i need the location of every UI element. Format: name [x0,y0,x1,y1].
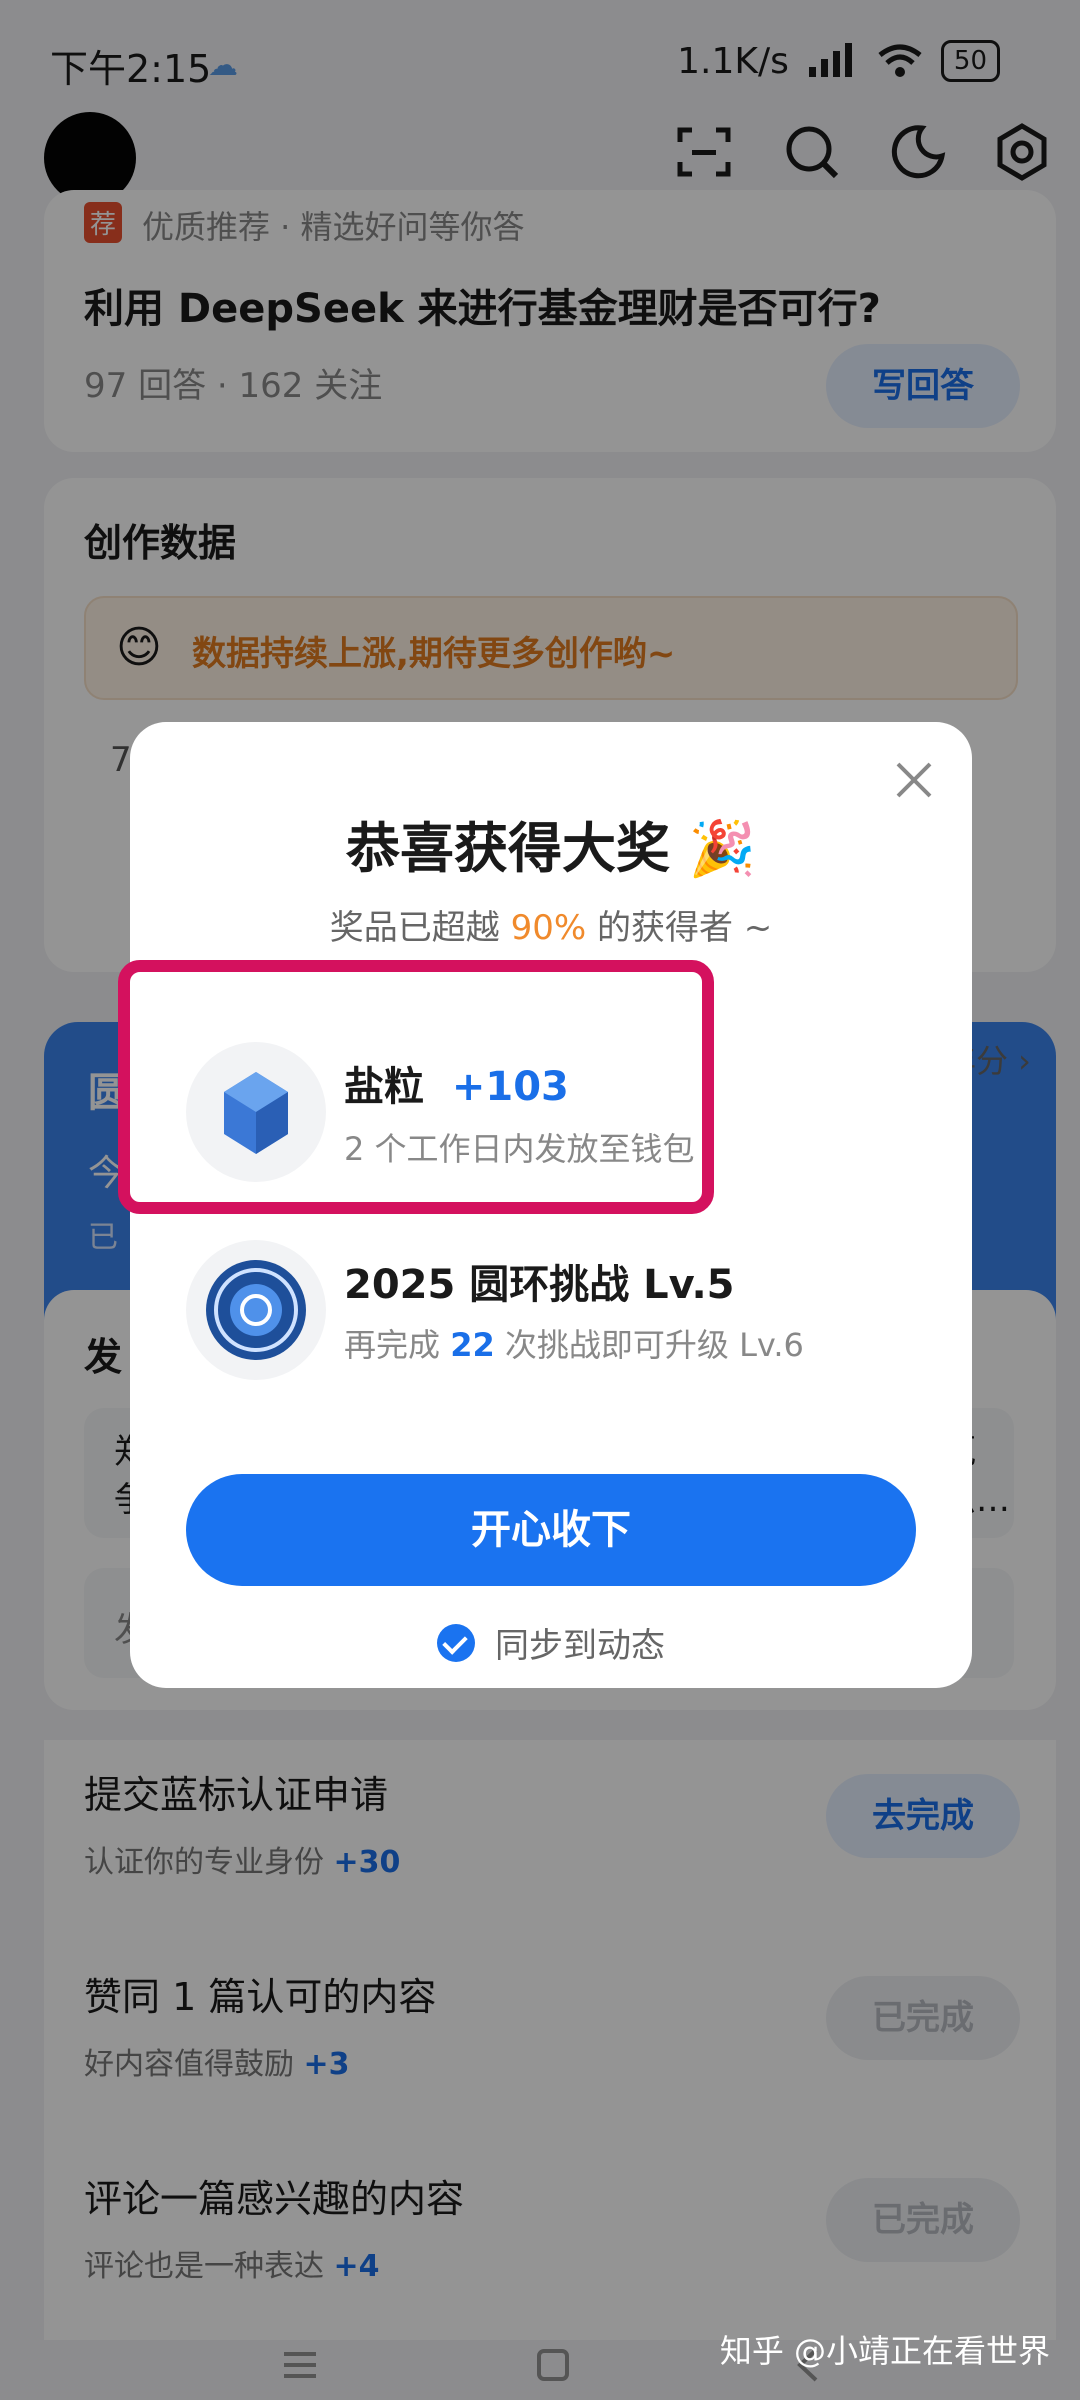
reward-name: 2025 圆环挑战 Lv.5 [344,1262,735,1308]
modal-title: 恭喜获得大奖 🎉 [345,817,757,880]
desc-suffix: 次挑战即可升级 Lv.6 [494,1326,804,1364]
sync-label: 同步到动态 [495,1626,665,1666]
badge-icon [206,1260,306,1360]
home-icon[interactable] [534,2346,572,2384]
reward-modal: 恭喜获得大奖 🎉 奖品已超越 90% 的获得者 ~ 盐粒 +103 2 个工作日… [118,722,972,1688]
subtitle-percent: 90% [510,908,587,948]
ring-challenge-badge-icon [186,1240,326,1380]
menu-icon[interactable] [280,2348,320,2382]
close-icon[interactable] [890,756,938,804]
desc-number: 22 [450,1326,495,1364]
highlight-box [118,960,714,1214]
accept-reward-button[interactable]: 开心收下 [186,1474,916,1586]
sync-option[interactable]: 同步到动态 [130,1618,972,1667]
modal-subtitle: 奖品已超越 90% 的获得者 ~ [130,900,972,949]
checkbox-icon[interactable] [437,1623,475,1662]
desc-prefix: 再完成 [344,1326,451,1364]
reward-desc: 再完成 22 次挑战即可升级 Lv.6 [344,1320,804,1366]
subtitle-suffix: 的获得者 ~ [586,908,773,948]
watermark: 知乎 @小靖正在看世界 [719,2332,1050,2370]
subtitle-prefix: 奖品已超越 [329,908,511,948]
